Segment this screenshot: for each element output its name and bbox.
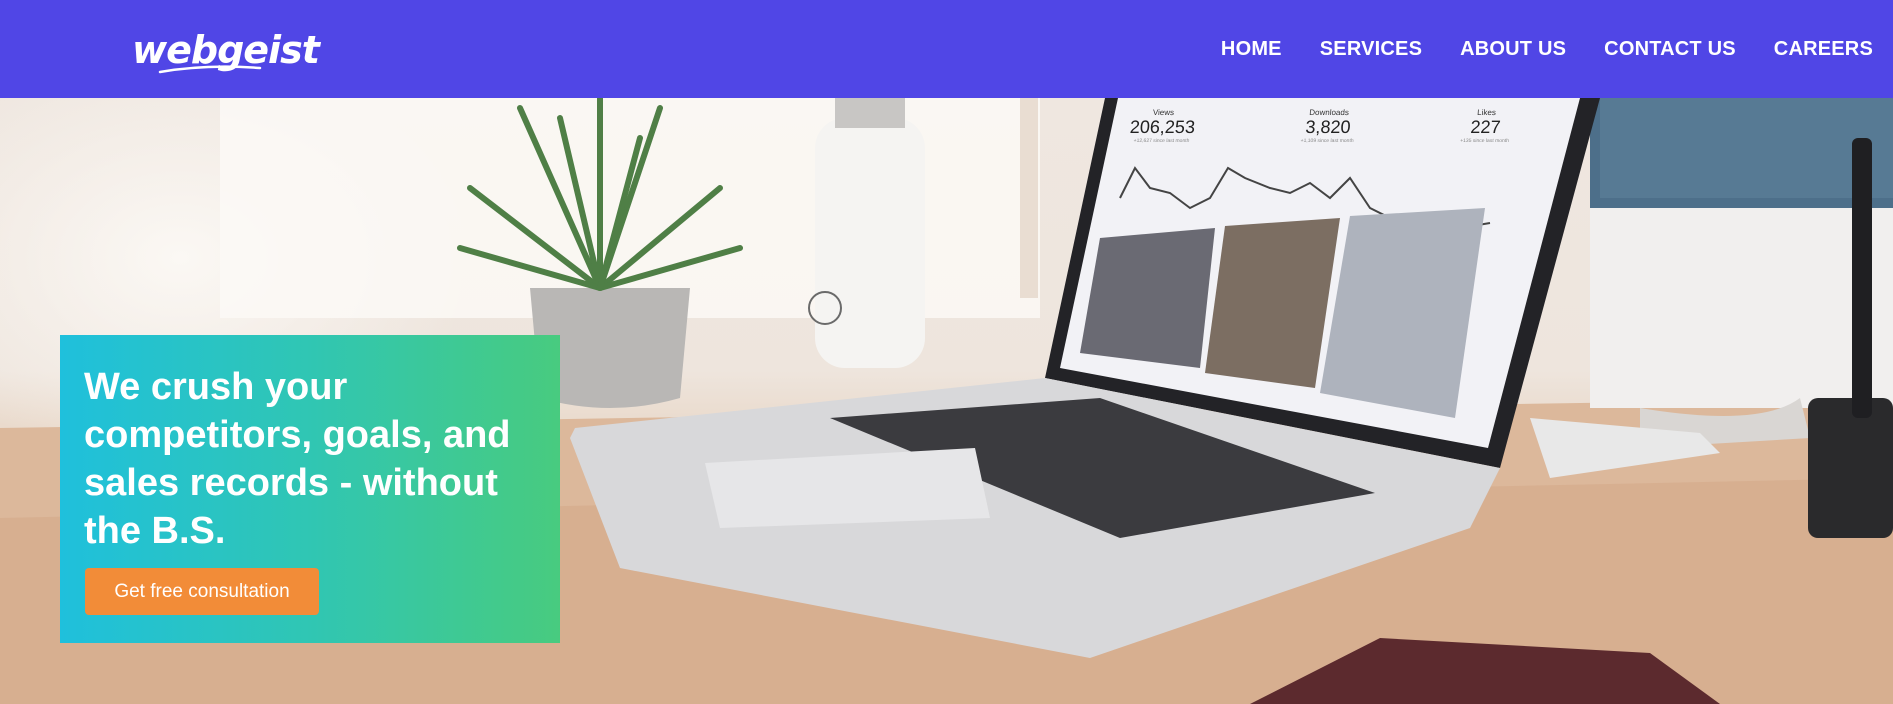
stat-likes: Likes 227 +135 since last month xyxy=(1460,108,1511,144)
nav-home[interactable]: HOME xyxy=(1221,38,1282,61)
logo[interactable]: webgeist xyxy=(132,22,320,78)
stat-downloads: Downloads 3,820 +1,109 since last month xyxy=(1300,108,1355,144)
top-navbar: webgeist HOME SERVICES ABOUT US CONTACT … xyxy=(0,0,1893,98)
stat-downloads-note: +1,109 since last month xyxy=(1300,138,1354,144)
stat-views-label: Views xyxy=(1152,108,1175,117)
logo-swoosh-icon xyxy=(158,65,262,74)
hero-cta-card: We crush your competitors, goals, and sa… xyxy=(60,335,560,643)
stat-views: Views 206,253 +12,627 since last month xyxy=(1129,108,1197,144)
hero-headline: We crush your competitors, goals, and sa… xyxy=(84,366,511,552)
laptop-stats: Views 206,253 +12,627 since last month D… xyxy=(1129,108,1512,144)
stat-views-note: +12,627 since last month xyxy=(1133,138,1190,144)
stat-downloads-label: Downloads xyxy=(1308,108,1350,117)
stat-likes-note: +135 since last month xyxy=(1459,138,1510,144)
free-consultation-button[interactable]: Get free consultation xyxy=(85,568,319,615)
nav-about-us[interactable]: ABOUT US xyxy=(1460,38,1566,61)
main-nav: HOME SERVICES ABOUT US CONTACT US CAREER… xyxy=(1221,0,1893,98)
stat-likes-label: Likes xyxy=(1476,108,1497,117)
nav-careers[interactable]: CAREERS xyxy=(1774,38,1873,61)
stat-likes-value: 227 xyxy=(1469,117,1502,137)
stat-downloads-value: 3,820 xyxy=(1304,117,1352,137)
hero-section: We crush your competitors, goals, and sa… xyxy=(0,98,1893,704)
nav-services[interactable]: SERVICES xyxy=(1320,38,1422,61)
nav-contact-us[interactable]: CONTACT US xyxy=(1604,38,1736,61)
stat-views-value: 206,253 xyxy=(1129,117,1196,137)
